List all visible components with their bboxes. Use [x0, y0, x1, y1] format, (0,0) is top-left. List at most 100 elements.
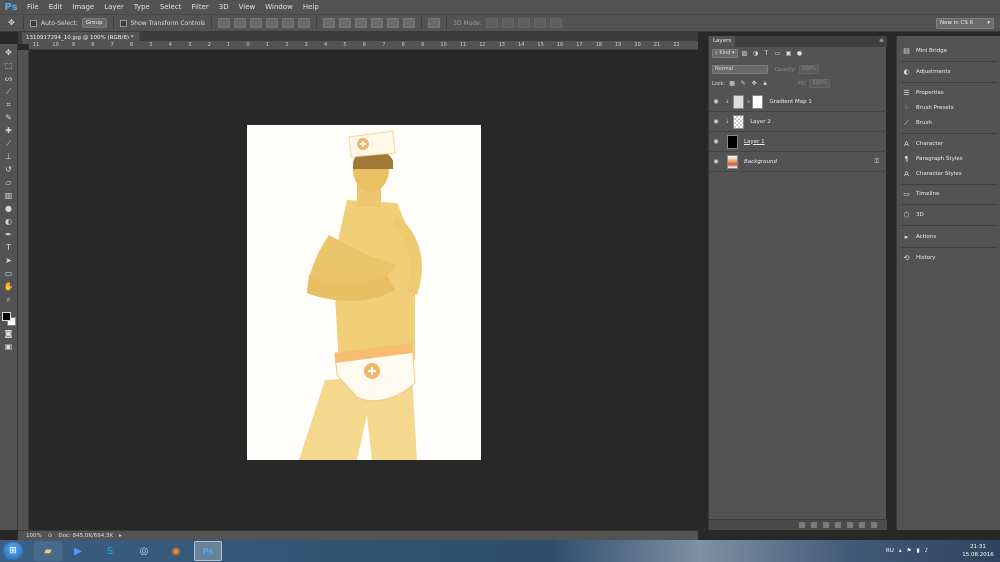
move-tool-icon[interactable]: ✥ — [3, 48, 14, 58]
layer-gradient-map[interactable]: ◉ ↓ ∞ Gradient Map 1 — [709, 92, 887, 112]
marquee-tool-icon[interactable]: ⬚ — [3, 61, 14, 71]
distribute-top-icon[interactable] — [323, 18, 336, 28]
auto-align-icon[interactable] — [428, 18, 441, 28]
auto-select-dropdown[interactable]: Group — [81, 18, 107, 28]
3d-scale-icon[interactable] — [549, 18, 562, 28]
layers-tab[interactable]: Layers — [709, 36, 736, 47]
clone-stamp-tool-icon[interactable]: ⊥ — [3, 152, 14, 162]
filter-smart-object-icon[interactable]: ▣ — [785, 50, 793, 58]
start-button[interactable]: ⊞ — [3, 542, 23, 560]
history-brush-tool-icon[interactable]: ↺ — [3, 165, 14, 175]
distribute-hcenter-icon[interactable] — [387, 18, 400, 28]
dock-item-brush[interactable]: ⟋ Brush — [897, 116, 1000, 130]
menu-help[interactable]: Help — [298, 0, 324, 14]
menu-window[interactable]: Window — [260, 0, 298, 14]
menu-image[interactable]: Image — [67, 0, 99, 14]
filter-adjustment-icon[interactable]: ◑ — [752, 50, 760, 58]
visibility-eye-icon[interactable]: ◉ — [709, 138, 723, 145]
dock-item-paragraph-styles[interactable]: ¶ Paragraph Styles — [897, 152, 1000, 166]
layer-2[interactable]: ◉ ↓ Layer 2 — [709, 112, 887, 132]
panel-menu-icon[interactable]: ≡ — [879, 37, 884, 44]
dock-item-character-styles[interactable]: A Character Styles — [897, 167, 1000, 181]
distribute-left-icon[interactable] — [371, 18, 384, 28]
quick-mask-icon[interactable]: ◙ — [3, 329, 14, 339]
menu-file[interactable]: File — [22, 0, 44, 14]
3d-roll-icon[interactable] — [501, 18, 514, 28]
blend-mode-dropdown[interactable]: Normal — [712, 65, 768, 74]
healing-brush-tool-icon[interactable]: ✚ — [3, 126, 14, 136]
document-canvas[interactable] — [247, 125, 481, 460]
status-menu-arrow-icon[interactable]: ▸ — [119, 533, 122, 539]
distribute-bottom-icon[interactable] — [355, 18, 368, 28]
visibility-eye-icon[interactable]: ◉ — [709, 118, 723, 125]
3d-rotate-icon[interactable] — [485, 18, 498, 28]
fx-icon[interactable] — [811, 522, 817, 528]
distribute-vcenter-icon[interactable] — [339, 18, 352, 28]
new-adjustment-icon[interactable] — [835, 522, 841, 528]
zoom-tool-icon[interactable]: ⌕ — [3, 295, 14, 305]
workspace-dropdown[interactable]: New in CS 6 ▾ — [936, 18, 994, 29]
layer-1[interactable]: ◉ Layer 1 — [709, 132, 887, 152]
menu-3d[interactable]: 3D — [214, 0, 234, 14]
eyedropper-tool-icon[interactable]: ✎ — [3, 113, 14, 123]
eraser-tool-icon[interactable]: ▱ — [3, 178, 14, 188]
dock-item-timeline[interactable]: ▭ Timeline — [897, 187, 1000, 201]
zoom-level[interactable]: 100% — [26, 533, 42, 539]
quick-select-tool-icon[interactable]: ⟋ — [3, 87, 14, 97]
new-group-icon[interactable] — [847, 522, 853, 528]
lasso-tool-icon[interactable]: ᔕ — [3, 74, 14, 84]
align-bottom-icon[interactable] — [250, 18, 263, 28]
firefox-icon[interactable]: ◉ — [162, 541, 190, 561]
filter-pixel-icon[interactable]: ▨ — [741, 50, 749, 58]
language-indicator[interactable]: RU — [886, 548, 894, 554]
hand-tool-icon[interactable]: ✋ — [3, 282, 14, 292]
dock-item-mini-bridge[interactable]: ▤ Mini Bridge — [897, 44, 1000, 58]
align-hcenter-icon[interactable] — [282, 18, 295, 28]
visibility-eye-icon[interactable]: ◉ — [709, 98, 723, 105]
type-tool-icon[interactable]: T — [3, 243, 14, 253]
gradient-tool-icon[interactable]: ▥ — [3, 191, 14, 201]
volume-icon[interactable]: ♪ — [925, 548, 929, 554]
export-icon[interactable]: ⊙ — [48, 533, 53, 539]
3d-slide-icon[interactable] — [533, 18, 546, 28]
opacity-field[interactable]: 100% — [798, 65, 819, 74]
flag-icon[interactable]: ⚑ — [907, 548, 912, 554]
filter-shape-icon[interactable]: ▭ — [774, 50, 782, 58]
photoshop-taskbar-icon[interactable]: Ps — [194, 541, 222, 561]
menu-select[interactable]: Select — [155, 0, 187, 14]
move-tool-preset-icon[interactable]: ✥ — [6, 18, 17, 28]
brush-tool-icon[interactable]: ⟋ — [3, 139, 14, 149]
screen-mode-icon[interactable]: ▣ — [3, 342, 14, 352]
align-top-icon[interactable] — [218, 18, 231, 28]
dock-item-properties[interactable]: ☰ Properties — [897, 86, 1000, 100]
align-left-icon[interactable] — [266, 18, 279, 28]
lock-image-icon[interactable]: ✎ — [739, 80, 747, 88]
add-mask-icon[interactable] — [823, 522, 829, 528]
clock[interactable]: 21:31 15.08.2016 — [960, 543, 996, 559]
align-right-icon[interactable] — [298, 18, 311, 28]
menu-filter[interactable]: Filter — [186, 0, 213, 14]
menu-view[interactable]: View — [234, 0, 261, 14]
dodge-tool-icon[interactable]: ◐ — [3, 217, 14, 227]
menu-type[interactable]: Type — [129, 0, 155, 14]
menu-edit[interactable]: Edit — [44, 0, 68, 14]
steam-icon[interactable]: ◎ — [130, 541, 158, 561]
visibility-eye-icon[interactable]: ◉ — [709, 158, 723, 165]
dock-item-character[interactable]: A Character — [897, 137, 1000, 151]
delete-layer-icon[interactable] — [871, 522, 877, 528]
link-layers-icon[interactable] — [799, 522, 805, 528]
align-vcenter-icon[interactable] — [234, 18, 247, 28]
new-layer-icon[interactable] — [859, 522, 865, 528]
dock-item-3d[interactable]: ⬡ 3D — [897, 208, 1000, 222]
path-select-tool-icon[interactable]: ➤ — [3, 256, 14, 266]
lock-position-icon[interactable]: ✥ — [750, 80, 758, 88]
filter-type-icon[interactable]: T — [763, 50, 771, 58]
show-transform-checkbox[interactable] — [119, 19, 127, 27]
distribute-right-icon[interactable] — [403, 18, 416, 28]
dock-item-brush-presets[interactable]: ⁘ Brush Presets — [897, 101, 1000, 115]
network-icon[interactable]: ▮ — [917, 548, 920, 554]
crop-tool-icon[interactable]: ⌗ — [3, 100, 14, 110]
blur-tool-icon[interactable]: ● — [3, 204, 14, 214]
layer-background[interactable]: ◉ Background ⚿ — [709, 152, 887, 172]
3d-drag-icon[interactable] — [517, 18, 530, 28]
